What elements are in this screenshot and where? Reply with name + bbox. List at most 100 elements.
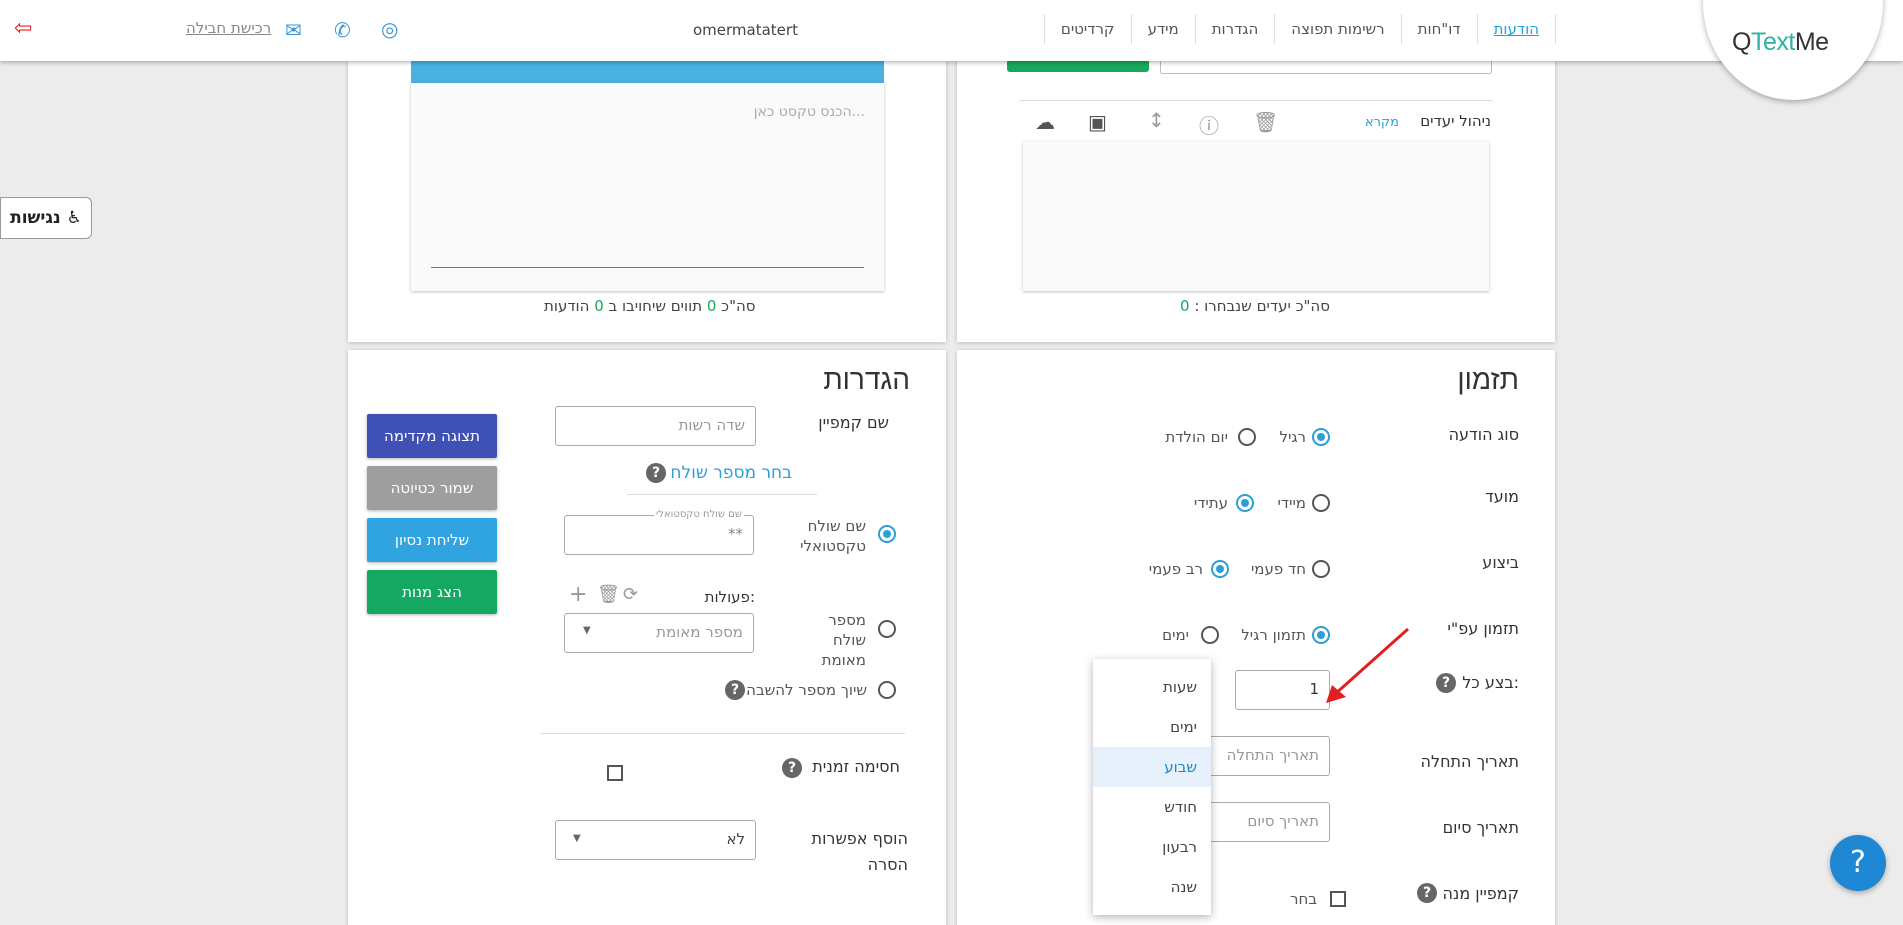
logo[interactable]: QTextMe [1732,28,1829,57]
recipients-total: סה"כ יעדים שנבחרו : 0 [1180,297,1330,315]
subscription-choose-label: בחר [1290,890,1317,908]
text-sender-label: שם שולח טקסטואלי [800,517,866,555]
red-arrow [1326,627,1409,703]
globe-icon[interactable]: ◎ [381,17,398,41]
editor-textarea[interactable]: הכנס טקסט כאן... [754,104,865,120]
exec-label: ביצוע [1482,553,1519,572]
temp-block-help-icon[interactable]: ? [782,758,802,778]
subscription-help-icon[interactable]: ? [1417,883,1437,903]
preview-button[interactable]: תצוגה מקדימה [367,414,497,458]
help-chat-button[interactable]: ? [1830,835,1886,891]
refresh-icon[interactable]: ⟳ [623,584,638,605]
verified-sender-label: מספר שולח מאומת [821,611,866,669]
reply-number-help-icon[interactable]: ? [725,680,745,700]
settings-divider [540,733,905,734]
delete-action-icon[interactable]: 🗑 [597,584,620,605]
show-subscriptions-button[interactable]: הצג מנות [367,570,497,614]
buy-package-link[interactable]: רכישת חבילה [186,19,271,37]
nav-credits[interactable]: קרדיטים [1043,14,1131,44]
msg-type-birthday-radio[interactable] [1238,428,1256,446]
phone-icon[interactable]: ✆ [334,18,351,42]
text-sender-radio[interactable] [878,525,896,543]
trash-icon[interactable]: 🗑 [1253,110,1278,134]
resize-icon[interactable]: ↕ [1148,108,1165,132]
nav-info[interactable]: מידע [1130,14,1195,44]
exec-once-radio[interactable] [1312,560,1330,578]
timing-now-radio[interactable] [1312,494,1330,512]
sender-divider [627,494,817,495]
reply-number-radio[interactable] [878,681,896,699]
main-nav: הודעות דו"חות רשימות תפוצה הגדרות מידע ק… [1043,14,1556,44]
unsubscribe-select[interactable]: לא [555,820,756,860]
exec-multi-label: רב פעמי [1148,560,1203,578]
period-option-year[interactable]: שנה [1093,867,1211,907]
choose-sender-help-icon[interactable]: ? [646,463,666,483]
editor-total-msgs: 0 [594,297,604,315]
editor-total-mid: תווים שיחויבו ב [608,297,703,315]
temp-block-checkbox[interactable] [607,765,623,781]
editor-total: סה"כ 0 תווים שיחויבו ב 0 הודעות [544,297,756,315]
text-sender-input[interactable]: ** [564,515,754,555]
username: omermatatert [693,21,798,39]
logo-me: Me [1794,28,1829,56]
subscription-label: קמפיין מנה [1442,884,1519,903]
every-input[interactable]: 1 [1235,670,1330,710]
end-date-label: תאריך סיום [1442,818,1519,837]
period-option-quarter[interactable]: רבעון [1093,827,1211,867]
nav-settings[interactable]: הגדרות [1194,14,1275,44]
msg-type-birthday-label: יום הולדת [1165,428,1228,446]
unsubscribe-label: הוסף אפשרות הסרה [811,829,908,874]
recipients-total-label: סה"כ יעדים שנבחרו : [1194,297,1330,315]
period-dropdown: שעות ימים שבוע חודש רבעון שנה [1093,659,1211,915]
timing-label: מועד [1485,487,1519,506]
period-option-hours[interactable]: שעות [1093,667,1211,707]
timing-now-label: מיידי [1277,494,1306,512]
verified-sender-radio[interactable] [878,620,896,638]
editor-total-suffix: הודעות [544,297,590,315]
schedule-regular-label: תזמון רגיל [1241,626,1306,644]
nav-mailing-lists[interactable]: רשימות תפוצה [1274,14,1400,44]
email-icon[interactable]: ✉ [285,18,302,42]
contact-card-icon[interactable]: ▣ [1088,110,1107,134]
exec-multi-radio[interactable] [1211,560,1229,578]
every-help-icon[interactable]: ? [1436,673,1456,693]
choose-sender-link[interactable]: בחר מספר שולח [670,463,792,483]
test-send-button[interactable]: שליחת נסיון [367,518,497,562]
recipients-label: ניהול יעדים [1420,112,1491,130]
msg-type-regular-radio[interactable] [1312,428,1330,446]
recipients-box[interactable] [1023,141,1489,291]
logo-q: Q [1732,28,1751,56]
schedule-by-label: תזמון עפ"י [1447,619,1519,638]
nav-reports[interactable]: דו"חות [1400,14,1477,44]
editor-underline [431,267,864,268]
period-option-days[interactable]: ימים [1093,707,1211,747]
save-draft-button[interactable]: שמור כטיוטה [367,466,497,510]
msg-type-label: סוג הודעה [1448,425,1519,444]
settings-title: הגדרות [823,364,910,395]
info-icon[interactable]: ⓘ [1199,110,1219,139]
recipients-total-value: 0 [1180,297,1190,315]
timing-future-radio[interactable] [1236,494,1254,512]
start-date-label: תאריך התחלה [1420,752,1519,771]
verified-sender-caret-icon: ▼ [583,625,591,636]
exec-once-label: חד פעמי [1250,560,1306,578]
period-option-month[interactable]: חודש [1093,787,1211,827]
subscription-checkbox[interactable] [1330,891,1346,907]
wheelchair-icon: ♿ [66,208,82,228]
accessibility-button[interactable]: נגישות ♿ [0,197,92,239]
nav-messages[interactable]: הודעות [1476,14,1556,44]
top-bar: ⇦ רכישת חבילה ✉ ✆ ◎ omermatatert הודעות … [0,0,1903,61]
add-icon[interactable]: + [569,582,587,607]
period-option-week[interactable]: שבוע [1093,747,1211,787]
schedule-days-radio[interactable] [1201,626,1219,644]
unsubscribe-caret-icon: ▼ [573,833,581,844]
logout-icon[interactable]: ⇦ [14,16,32,41]
legend-link[interactable]: מקרא [1365,115,1399,130]
msg-type-regular-label: רגיל [1279,428,1306,446]
accessibility-label: נגישות [10,208,61,228]
upload-cloud-icon[interactable]: ☁ [1035,110,1055,134]
verified-sender-select[interactable]: מספר מאומת [564,613,754,653]
campaign-name-input[interactable]: שדה רשות [555,406,756,446]
schedule-days-label: ימים [1162,626,1189,644]
logo-text: Text [1750,28,1795,56]
